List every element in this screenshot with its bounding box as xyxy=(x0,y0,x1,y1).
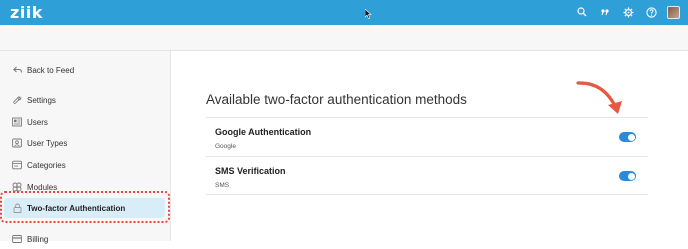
back-to-feed-link[interactable]: Back to Feed xyxy=(0,60,171,80)
sidebar-item-label: Users xyxy=(27,117,48,127)
back-to-feed-label: Back to Feed xyxy=(27,65,75,75)
toggle-knob xyxy=(627,172,635,180)
search-icon[interactable] xyxy=(575,5,589,19)
sidebar-item-users[interactable]: Users xyxy=(0,112,171,132)
user-types-icon xyxy=(12,138,22,148)
toggle-knob xyxy=(627,133,635,141)
sidebar-item-settings[interactable]: Settings xyxy=(0,90,171,110)
sidebar-item-billing[interactable]: Billing xyxy=(0,229,171,249)
method-title: SMS Verification xyxy=(215,166,286,176)
sub-header-bar xyxy=(0,25,688,51)
sms-verification-toggle[interactable] xyxy=(619,171,636,181)
method-subtitle: SMS xyxy=(215,182,230,189)
page-heading: Available two-factor authentication meth… xyxy=(206,92,467,107)
sidebar-item-label: Settings xyxy=(27,95,56,105)
sidebar-item-label: User Types xyxy=(27,138,68,148)
top-bar: ziik xyxy=(0,0,688,25)
user-avatar[interactable] xyxy=(667,5,680,19)
users-icon xyxy=(12,117,22,127)
billing-icon xyxy=(12,234,22,244)
help-icon[interactable] xyxy=(644,5,658,19)
mouse-cursor-icon xyxy=(365,9,372,19)
sidebar-item-user-types[interactable]: User Types xyxy=(0,133,171,153)
annotation-arrow-icon xyxy=(576,81,622,114)
gear-icon[interactable] xyxy=(621,5,635,19)
quote-icon[interactable] xyxy=(598,5,612,19)
method-title: Google Authentication xyxy=(215,127,312,137)
annotation-highlight-box xyxy=(0,191,170,223)
app-logo[interactable]: ziik xyxy=(10,3,43,22)
sidebar-item-categories[interactable]: Categories xyxy=(0,155,171,175)
method-row-sms-verification: SMS Verification SMS xyxy=(206,156,648,195)
google-authentication-toggle[interactable] xyxy=(619,132,636,142)
wrench-icon xyxy=(12,95,22,105)
method-subtitle: Google xyxy=(215,143,236,150)
sidebar-item-label: Categories xyxy=(27,160,66,170)
sidebar-item-label: Billing xyxy=(27,234,49,244)
back-arrow-icon xyxy=(12,65,22,75)
categories-icon xyxy=(12,160,22,170)
